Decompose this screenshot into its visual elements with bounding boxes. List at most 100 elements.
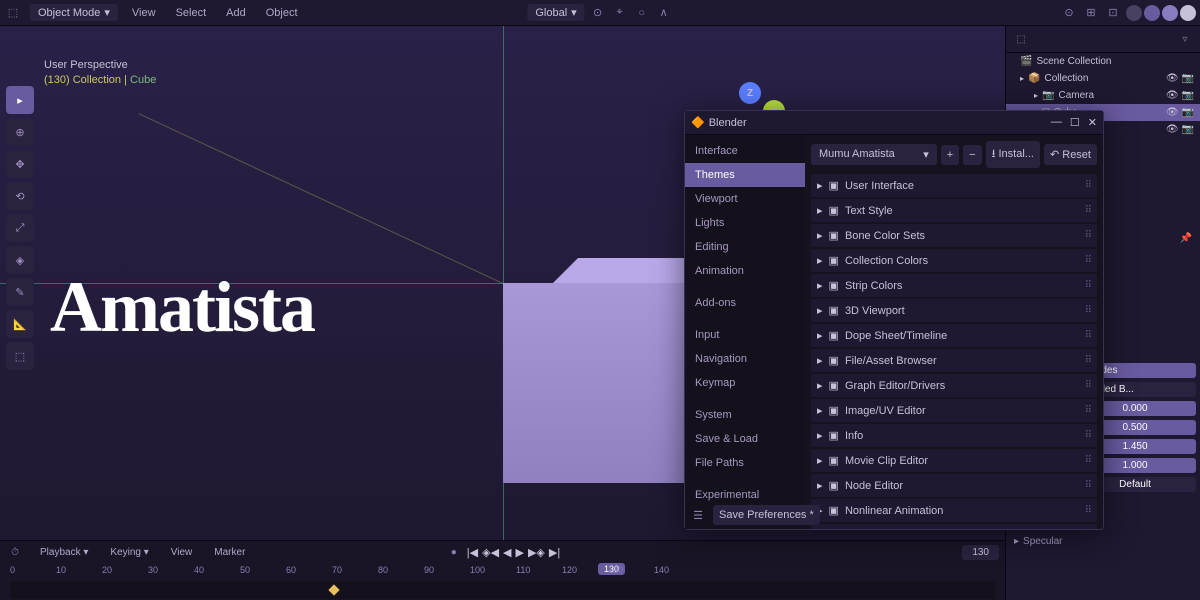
measure-tool[interactable]: 📐 <box>6 310 34 338</box>
add-cube-tool[interactable]: ⬚ <box>6 342 34 370</box>
cursor-tool[interactable]: ⊕ <box>6 118 34 146</box>
outliner-item[interactable]: ▸📷Camera👁📷 <box>1006 87 1200 104</box>
drag-handle-icon[interactable]: ⠿ <box>1085 405 1091 416</box>
prefs-tab-animation[interactable]: Animation <box>685 259 805 283</box>
auto-key-icon[interactable]: ● <box>445 543 463 561</box>
play-reverse-icon[interactable]: ◀ <box>503 546 511 559</box>
prefs-tab-viewport[interactable]: Viewport <box>685 187 805 211</box>
eye-icon[interactable]: 👁 <box>1166 90 1179 101</box>
drag-handle-icon[interactable]: ⠿ <box>1085 280 1091 291</box>
timeline-track[interactable] <box>10 581 995 599</box>
theme-section[interactable]: ▸▣File/Asset Browser⠿ <box>811 349 1097 372</box>
prefs-tab-editing[interactable]: Editing <box>685 235 805 259</box>
drag-handle-icon[interactable]: ⠿ <box>1085 380 1091 391</box>
prefs-tab-experimental[interactable]: Experimental <box>685 483 805 507</box>
minimize-icon[interactable]: — <box>1051 116 1062 129</box>
xray-icon[interactable]: ⊡ <box>1104 4 1122 22</box>
timeline-ruler[interactable]: 130 0102030405060708090100110120130140 <box>0 563 1005 581</box>
theme-preset-dropdown[interactable]: Mumu Amatista ▾ <box>811 144 937 165</box>
prefs-tab-navigation[interactable]: Navigation <box>685 347 805 371</box>
solid-shading-icon[interactable] <box>1144 5 1160 21</box>
rotate-tool[interactable]: ⟲ <box>6 182 34 210</box>
outliner-item[interactable]: ▸📦Collection👁📷 <box>1006 70 1200 87</box>
drag-handle-icon[interactable]: ⠿ <box>1085 305 1091 316</box>
mode-dropdown[interactable]: Object Mode ▾ <box>30 4 118 21</box>
gizmo-z-axis[interactable]: Z <box>739 82 761 104</box>
current-frame-field[interactable]: 130 <box>962 545 999 560</box>
theme-section[interactable]: ▸▣Nonlinear Animation⠿ <box>811 499 1097 522</box>
prefs-tab-file-paths[interactable]: File Paths <box>685 451 805 475</box>
proportional-icon[interactable]: ○ <box>633 4 651 22</box>
drag-handle-icon[interactable]: ⠿ <box>1085 430 1091 441</box>
menu-object[interactable]: Object <box>260 5 304 21</box>
snap-icon[interactable]: ⌖ <box>611 4 629 22</box>
theme-section[interactable]: ▸▣User Interface⠿ <box>811 174 1097 197</box>
drag-handle-icon[interactable]: ⠿ <box>1085 205 1091 216</box>
menu-select[interactable]: Select <box>170 5 213 21</box>
rendered-shading-icon[interactable] <box>1180 5 1196 21</box>
drag-handle-icon[interactable]: ⠿ <box>1085 480 1091 491</box>
timeline-marker[interactable]: Marker <box>208 545 251 560</box>
play-icon[interactable]: ▶ <box>516 546 524 559</box>
prefs-tab-themes[interactable]: Themes <box>685 163 805 187</box>
close-icon[interactable]: ✕ <box>1088 116 1097 129</box>
drag-handle-icon[interactable]: ⠿ <box>1085 230 1091 241</box>
move-tool[interactable]: ✥ <box>6 150 34 178</box>
eye-icon[interactable]: 👁 <box>1166 124 1179 135</box>
timeline-keying[interactable]: Keying ▾ <box>104 545 154 560</box>
prefs-tab-add-ons[interactable]: Add-ons <box>685 291 805 315</box>
editor-type-icon[interactable]: ⏱ <box>6 543 24 561</box>
transform-tool[interactable]: ◈ <box>6 246 34 274</box>
maximize-icon[interactable]: ☐ <box>1070 116 1080 129</box>
prefs-tab-system[interactable]: System <box>685 403 805 427</box>
overlays-icon[interactable]: ⊞ <box>1082 4 1100 22</box>
camera-icon[interactable]: 📷 <box>1182 90 1194 101</box>
select-tool[interactable]: ▸ <box>6 86 34 114</box>
prefs-tab-keymap[interactable]: Keymap <box>685 371 805 395</box>
filter-icon[interactable]: ▿ <box>1176 30 1194 48</box>
install-theme-button[interactable]: ⭳ Instal... <box>986 141 1040 168</box>
timeline-playback[interactable]: Playback ▾ <box>34 545 94 560</box>
annotate-tool[interactable]: ✎ <box>6 278 34 306</box>
camera-icon[interactable]: 📷 <box>1182 107 1194 118</box>
scale-tool[interactable]: ⤢ <box>6 214 34 242</box>
remove-theme-button[interactable]: − <box>963 145 981 165</box>
hamburger-icon[interactable]: ☰ <box>689 506 707 524</box>
specular-header[interactable]: ▸ Specular <box>1010 533 1196 550</box>
theme-section[interactable]: ▸▣Strip Colors⠿ <box>811 274 1097 297</box>
eye-icon[interactable]: 👁 <box>1166 73 1179 84</box>
theme-section[interactable]: ▸▣Collection Colors⠿ <box>811 249 1097 272</box>
menu-view[interactable]: View <box>126 5 162 21</box>
prefs-tab-input[interactable]: Input <box>685 323 805 347</box>
timeline-view[interactable]: View <box>165 545 199 560</box>
theme-section[interactable]: ▸▣Info⠿ <box>811 424 1097 447</box>
wireframe-shading-icon[interactable] <box>1126 5 1142 21</box>
drag-handle-icon[interactable]: ⠿ <box>1085 180 1091 191</box>
theme-section[interactable]: ▸▣Text Style⠿ <box>811 199 1097 222</box>
drag-handle-icon[interactable]: ⠿ <box>1085 330 1091 341</box>
theme-section[interactable]: ▸▣Image/UV Editor⠿ <box>811 399 1097 422</box>
pin-icon[interactable]: 📌 <box>1180 233 1192 244</box>
camera-icon[interactable]: 📷 <box>1182 124 1194 135</box>
pivot-icon[interactable]: ⊙ <box>589 4 607 22</box>
drag-handle-icon[interactable]: ⠿ <box>1085 255 1091 266</box>
orientation-dropdown[interactable]: Global ▾ <box>527 4 584 21</box>
drag-handle-icon[interactable]: ⠿ <box>1085 505 1091 516</box>
drag-handle-icon[interactable]: ⠿ <box>1085 355 1091 366</box>
theme-section[interactable]: ▸▣Dope Sheet/Timeline⠿ <box>811 324 1097 347</box>
editor-type-icon[interactable]: ⬚ <box>4 4 22 22</box>
prefs-tab-save-load[interactable]: Save & Load <box>685 427 805 451</box>
theme-section[interactable]: ▸▣Outliner⠿ <box>811 524 1097 529</box>
material-shading-icon[interactable] <box>1162 5 1178 21</box>
drag-handle-icon[interactable]: ⠿ <box>1085 455 1091 466</box>
keyframe-prev-icon[interactable]: ◈◀ <box>482 546 499 559</box>
editor-type-icon[interactable]: ⬚ <box>1012 30 1030 48</box>
menu-add[interactable]: Add <box>220 5 252 21</box>
pivot-icon[interactable]: ⊙ <box>1060 4 1078 22</box>
theme-section[interactable]: ▸▣Bone Color Sets⠿ <box>811 224 1097 247</box>
prefs-tab-lights[interactable]: Lights <box>685 211 805 235</box>
chevron-down-icon[interactable]: ∧ <box>655 4 673 22</box>
theme-section[interactable]: ▸▣Node Editor⠿ <box>811 474 1097 497</box>
camera-icon[interactable]: 📷 <box>1182 73 1194 84</box>
prefs-tab-interface[interactable]: Interface <box>685 139 805 163</box>
